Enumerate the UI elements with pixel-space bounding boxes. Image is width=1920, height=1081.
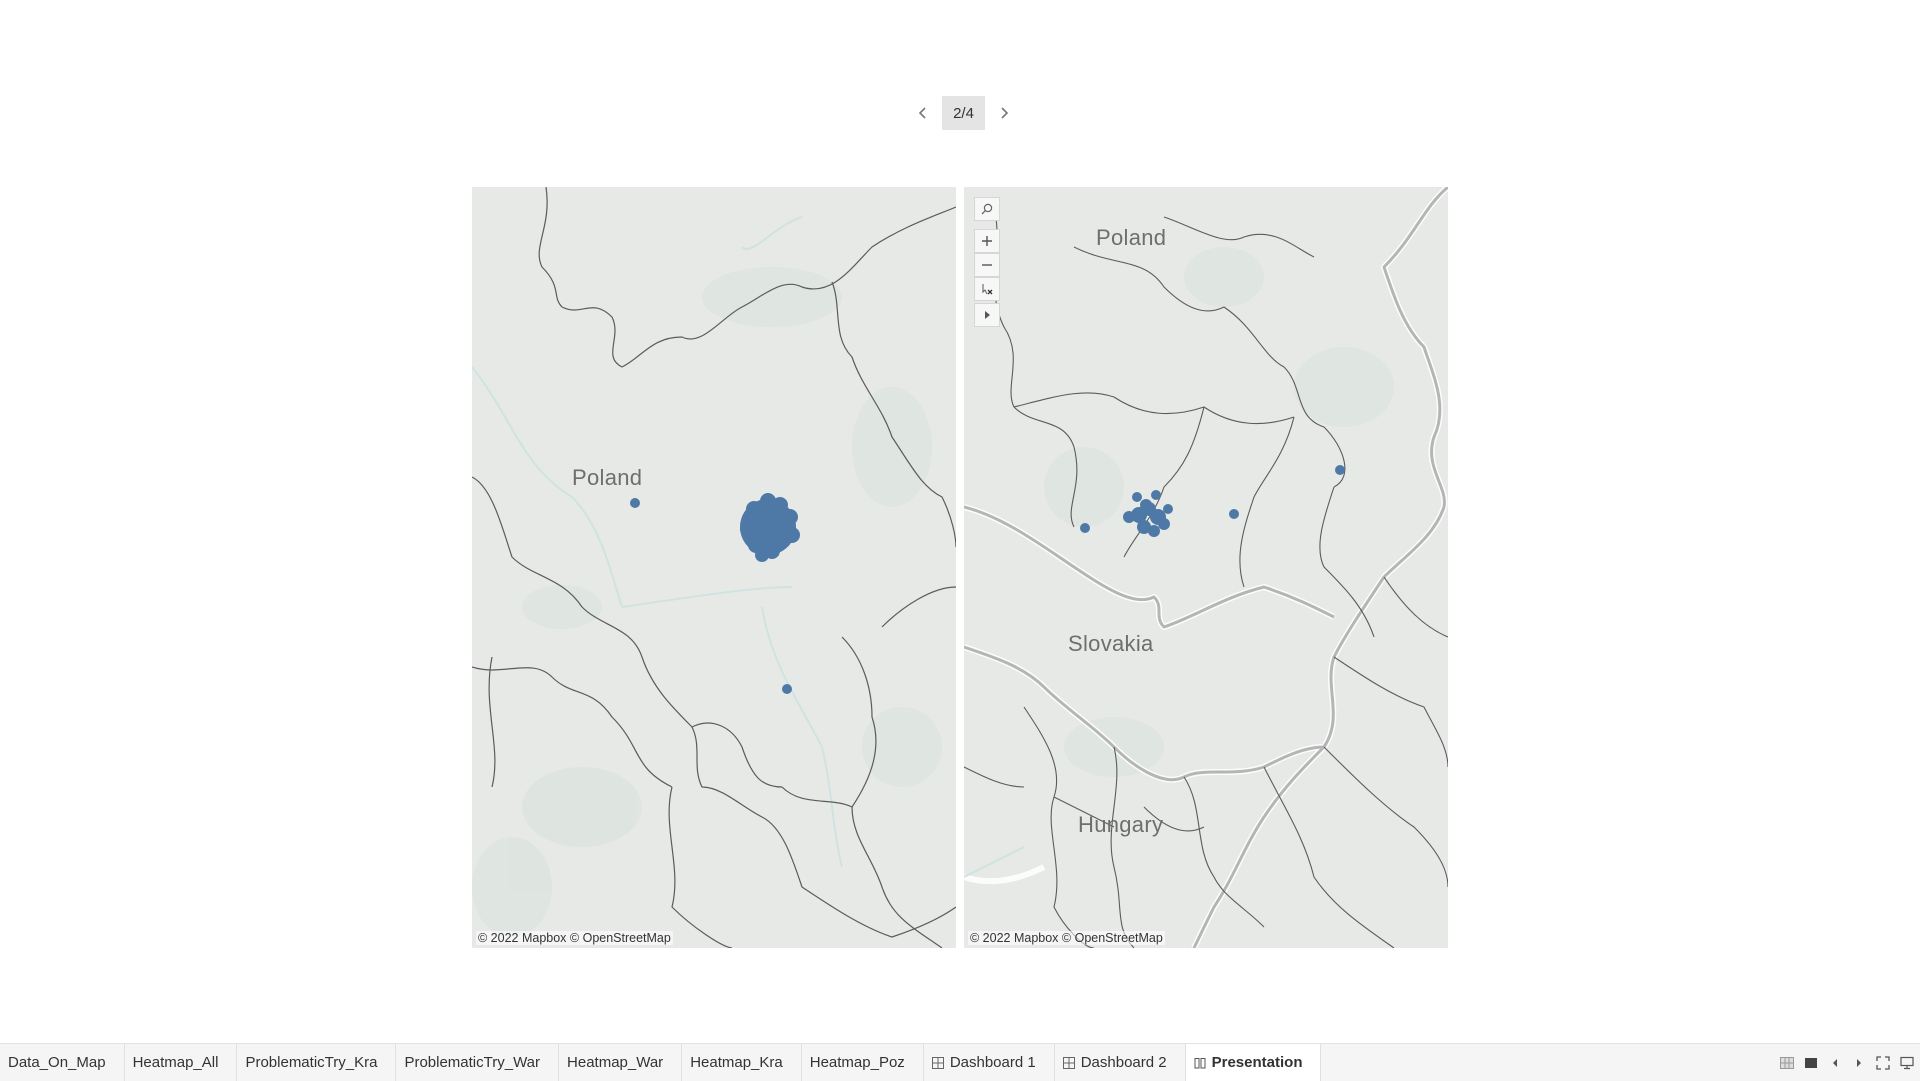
tab-label: Dashboard 2 — [1080, 1054, 1167, 1071]
data-point[interactable] — [1229, 509, 1239, 519]
story-navigator: 2/4 — [912, 96, 1015, 130]
data-point-cluster[interactable] — [740, 493, 800, 562]
tab-label: Heatmap_Kra — [690, 1054, 783, 1071]
tab-heatmap-poz[interactable]: Heatmap_Poz — [802, 1044, 924, 1081]
map-attribution[interactable]: © 2022 Mapbox © OpenStreetMap — [476, 931, 673, 945]
expand-toolbar-icon — [985, 311, 990, 319]
next-sheet-button[interactable] — [1852, 1056, 1866, 1070]
data-point[interactable] — [1080, 523, 1090, 533]
sheet-sorter-button[interactable] — [1780, 1056, 1794, 1070]
next-sheet-icon — [1857, 1058, 1861, 1067]
prev-sheet-icon — [1833, 1058, 1837, 1067]
zoom-in-button[interactable] — [974, 229, 1000, 253]
filmstrip-button[interactable] — [1804, 1056, 1818, 1070]
story-page-indicator[interactable]: 2/4 — [942, 96, 985, 130]
search-icon — [981, 203, 993, 215]
tab-heatmap-kra[interactable]: Heatmap_Kra — [682, 1044, 802, 1081]
tab-data-on-map[interactable]: Data_On_Map — [0, 1044, 125, 1081]
expand-toolbar-button[interactable] — [974, 303, 1000, 327]
tab-label: Data_On_Map — [8, 1054, 106, 1071]
map-right[interactable]: Poland Slovakia Hungary © 2022 Mapbox © … — [964, 187, 1448, 948]
presentation-mode-icon — [1900, 1056, 1914, 1069]
tab-dashboard-1[interactable]: Dashboard 1 — [924, 1044, 1055, 1081]
reset-map-button[interactable] — [974, 277, 1000, 301]
tab-label: Dashboard 1 — [949, 1054, 1036, 1071]
chevron-right-icon — [1001, 107, 1009, 119]
map-search-button[interactable] — [974, 197, 1000, 221]
data-point[interactable] — [782, 684, 792, 694]
tab-label: ProblematicTry_Kra — [245, 1054, 378, 1071]
fullscreen-button[interactable] — [1876, 1055, 1890, 1070]
story-prev-button[interactable] — [912, 96, 934, 130]
tab-label: Heatmap_War — [567, 1054, 664, 1071]
tab-heatmap-all[interactable]: Heatmap_All — [125, 1044, 238, 1081]
tab-dashboard-2[interactable]: Dashboard 2 — [1055, 1044, 1186, 1081]
tab-label: ProblematicTry_War — [404, 1054, 541, 1071]
map-toolbar — [974, 197, 1000, 327]
data-points-layer — [1080, 465, 1345, 537]
tab-heatmap-war[interactable]: Heatmap_War — [559, 1044, 683, 1081]
map-left[interactable]: Poland © 2022 Mapbox © OpenStreetMap — [472, 187, 956, 948]
zoom-in-icon — [982, 236, 992, 246]
tab-presentation[interactable]: Presentation — [1185, 1044, 1322, 1081]
tab-bar-controls — [1780, 1044, 1914, 1081]
tab-problematictry-kra[interactable]: ProblematicTry_Kra — [237, 1044, 397, 1081]
dashboard-icon — [931, 1056, 944, 1069]
data-point[interactable] — [1335, 465, 1345, 475]
dashboard-icon — [1062, 1056, 1075, 1069]
story-next-button[interactable] — [993, 96, 1015, 130]
chevron-left-icon — [918, 107, 926, 119]
tab-label: Presentation — [1211, 1054, 1303, 1071]
presentation-mode-button[interactable] — [1900, 1056, 1914, 1070]
zoom-out-button[interactable] — [974, 253, 1000, 277]
sheet-tab-bar: Data_On_Map Heatmap_All ProblematicTry_K… — [0, 1043, 1920, 1081]
tab-label: Heatmap_All — [132, 1054, 219, 1071]
tab-problematictry-war[interactable]: ProblematicTry_War — [396, 1044, 560, 1081]
data-point-cluster[interactable] — [1123, 490, 1173, 537]
fullscreen-icon — [1876, 1055, 1890, 1070]
map-attribution[interactable]: © 2022 Mapbox © OpenStreetMap — [968, 931, 1165, 945]
story-icon — [1194, 1057, 1206, 1068]
prev-sheet-button[interactable] — [1828, 1056, 1842, 1070]
filmstrip-icon — [1805, 1057, 1817, 1068]
sheet-sorter-icon — [1780, 1056, 1794, 1069]
data-point[interactable] — [630, 498, 640, 508]
zoom-out-icon — [982, 264, 992, 266]
data-points-layer — [630, 493, 800, 694]
reset-map-icon — [982, 284, 993, 295]
tab-label: Heatmap_Poz — [809, 1054, 905, 1071]
